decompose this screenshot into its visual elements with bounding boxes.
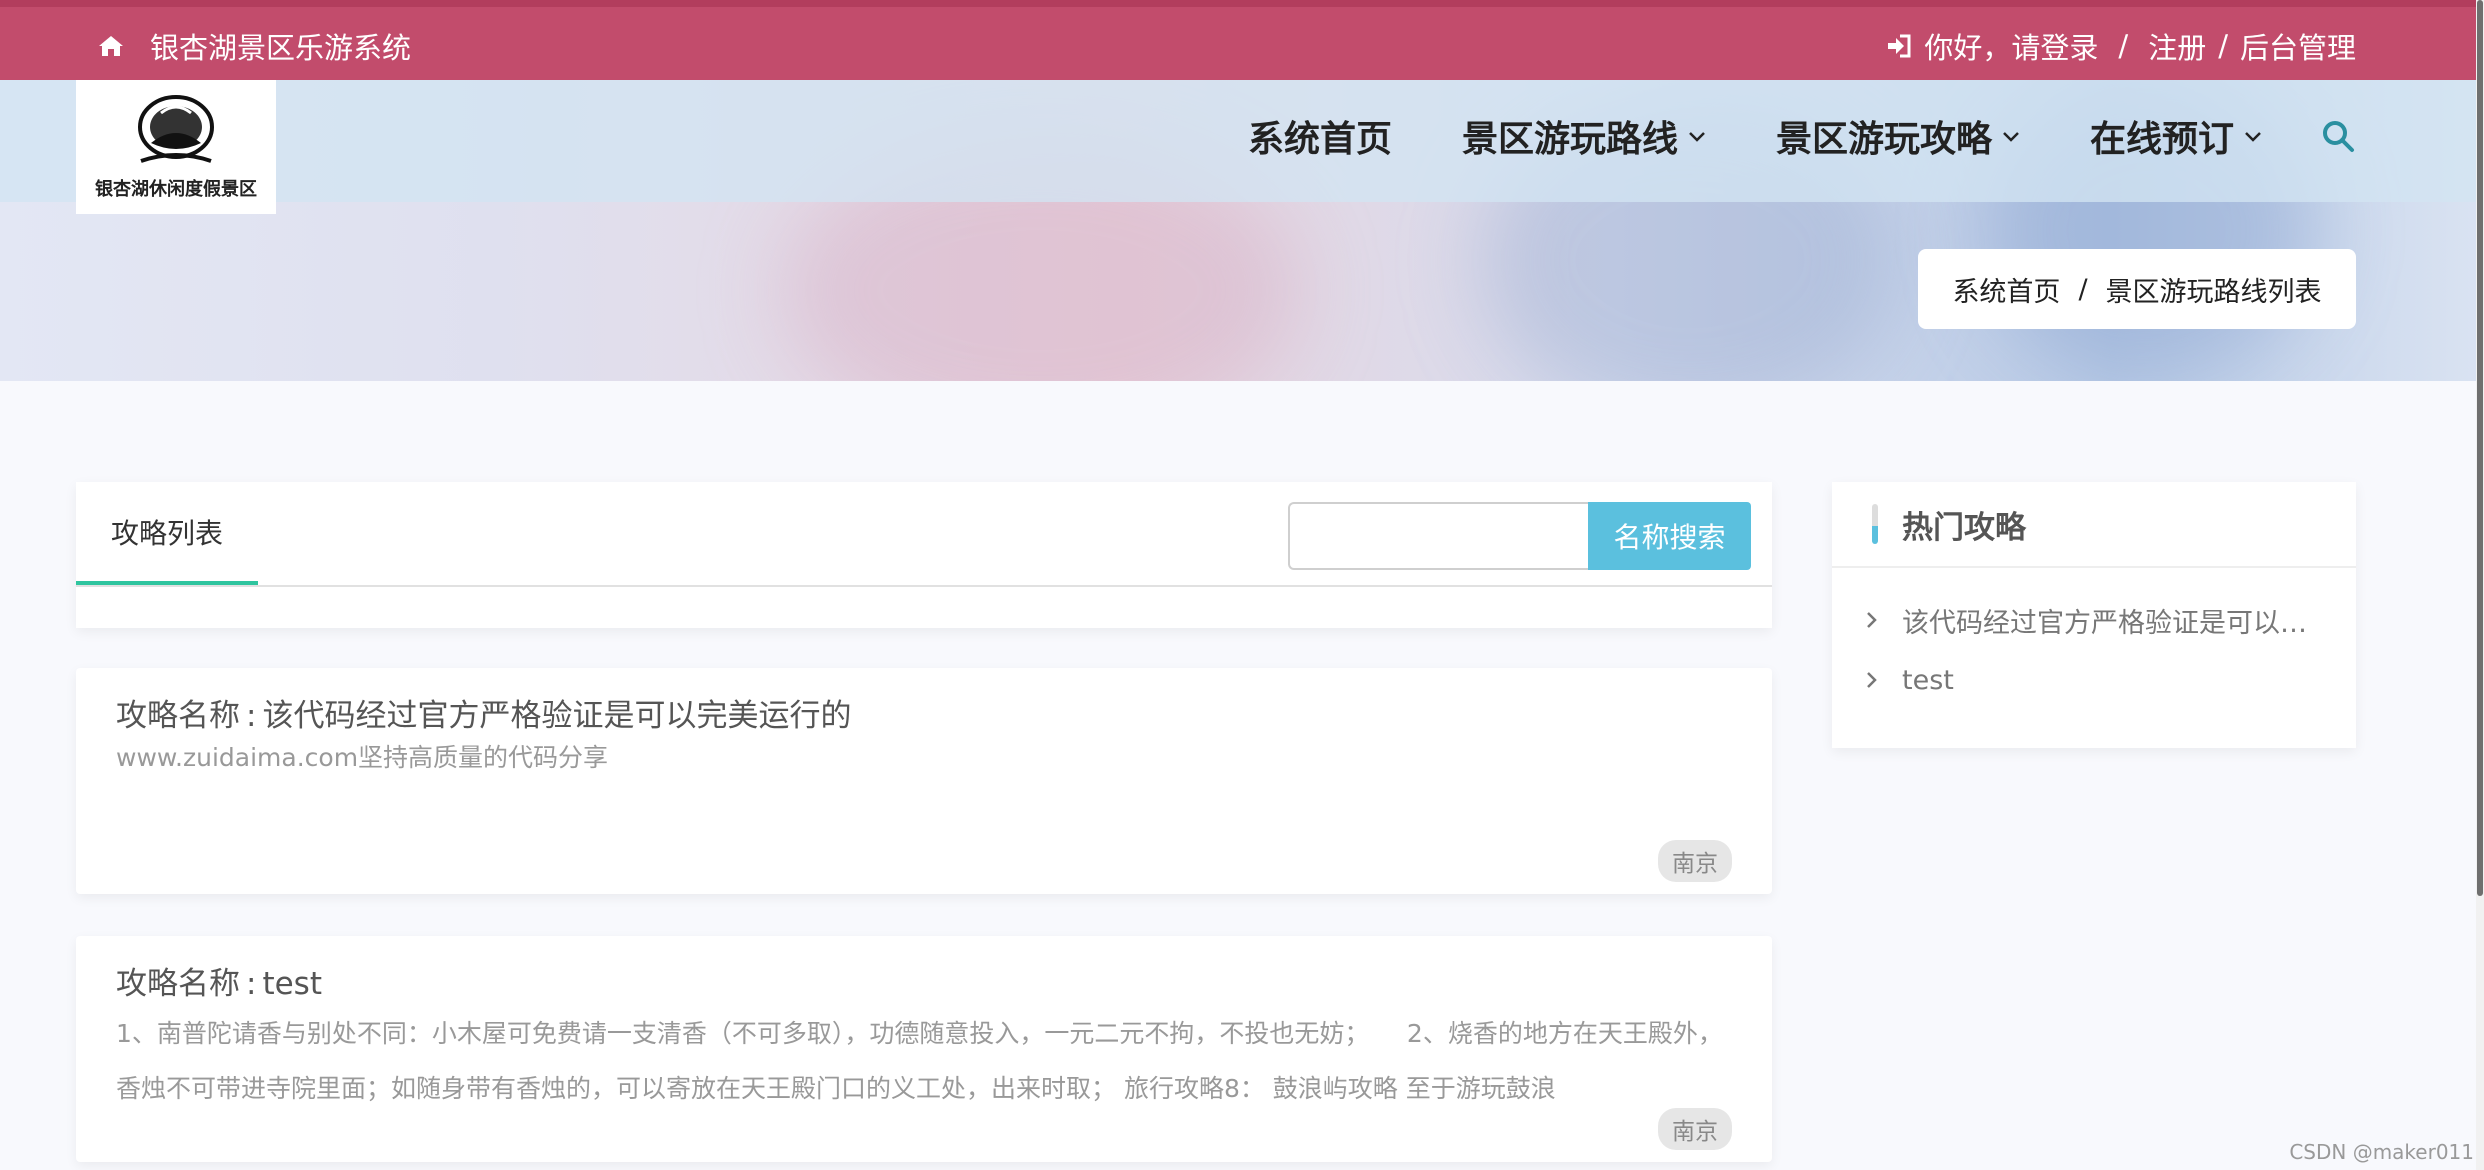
tab-guide-list[interactable]: 攻略列表: [76, 482, 258, 586]
breadcrumb: 系统首页 / 景区游玩路线列表: [1918, 249, 2356, 329]
scrollbar-thumb[interactable]: [2477, 0, 2483, 896]
list-header: 攻略列表 名称搜索: [76, 482, 1772, 628]
list-item[interactable]: 攻略名称: test 1、南普陀请香与别处不同：小木屋可免费请一支清香（不可多取）…: [76, 936, 1772, 1162]
title-colon: :: [246, 698, 257, 734]
nav-item-home[interactable]: 系统首页: [1248, 110, 1392, 162]
search-input[interactable]: [1288, 502, 1588, 570]
home-icon: [99, 36, 123, 56]
separator: /: [2118, 29, 2129, 63]
header-accent: [1872, 504, 1878, 544]
breadcrumb-separator: /: [2078, 273, 2088, 305]
nav-item-label: 在线预订: [2089, 119, 2234, 160]
nav-item-routes[interactable]: 景区游玩路线: [1462, 110, 1706, 162]
article-title[interactable]: 攻略名称: 该代码经过官方严格验证是可以完美运行的: [116, 690, 851, 735]
panel-header: 热门攻略: [1832, 482, 2356, 568]
separator: /: [2218, 29, 2228, 63]
chevron-down-icon: [2003, 132, 2019, 142]
location-tag: 南京: [1658, 1108, 1732, 1150]
search-button[interactable]: 名称搜索: [1588, 502, 1751, 570]
register-link[interactable]: 注册: [2148, 25, 2206, 67]
title-text: 该代码经过官方严格验证是可以完美运行的: [262, 698, 852, 734]
chevron-right-icon: [1867, 672, 1877, 688]
admin-link[interactable]: 后台管理: [2240, 25, 2356, 67]
hot-guides-panel: 热门攻略 该代码经过官方严格验证是可以完美运行的 test: [1832, 482, 2356, 748]
nav-item-label: 系统首页: [1247, 119, 1392, 160]
login-link[interactable]: 你好，请登录: [1924, 25, 2098, 67]
main-nav: 系统首页 景区游玩路线 景区游玩攻略 在线预订: [1178, 110, 2356, 162]
title-prefix: 攻略名称: [116, 698, 240, 734]
article-description: 1、南普陀请香与别处不同：小木屋可免费请一支清香（不可多取），功德随意投入，一元…: [116, 1019, 1723, 1103]
hot-guide-item[interactable]: 该代码经过官方严格验证是可以完美运行的: [1862, 590, 2332, 650]
breadcrumb-home[interactable]: 系统首页: [1952, 270, 2060, 309]
title-prefix: 攻略名称: [116, 966, 240, 1002]
hot-guide-label: 该代码经过官方严格验证是可以完美运行的: [1902, 607, 2332, 639]
tab-divider: [76, 585, 1772, 587]
tab-label: 攻略列表: [110, 516, 223, 550]
nav-item-label: 景区游玩攻略: [1775, 119, 1992, 160]
chevron-down-icon: [2245, 132, 2261, 142]
hot-guide-label: test: [1902, 664, 1954, 696]
title-text: test: [262, 966, 322, 1002]
top-bar: 银杏湖景区乐游系统 你好，请登录 / 注册 / 后台管理: [0, 0, 2484, 80]
hot-guides-list: 该代码经过官方严格验证是可以完美运行的 test: [1862, 590, 2332, 710]
nav-item-booking[interactable]: 在线预订: [2090, 110, 2262, 162]
account-links: 你好，请登录 / 注册 / 后台管理: [1886, 25, 2356, 67]
nav-item-label: 景区游玩路线: [1461, 119, 1678, 160]
chevron-down-icon: [1689, 132, 1705, 142]
watermark: CSDN @maker011: [2289, 1140, 2474, 1164]
article-title[interactable]: 攻略名称: test: [116, 958, 322, 1003]
location-tag: 南京: [1658, 840, 1732, 882]
search-icon[interactable]: [2320, 118, 2356, 154]
home-link[interactable]: 银杏湖景区乐游系统: [98, 25, 411, 67]
logo-emblem-icon: [138, 95, 214, 163]
site-logo[interactable]: 银杏湖休闲度假景区: [76, 80, 276, 214]
nav-item-guides[interactable]: 景区游玩攻略: [1776, 110, 2020, 162]
sign-in-icon: [1888, 34, 1911, 58]
panel-title: 热门攻略: [1902, 509, 2026, 546]
page-scrollbar[interactable]: [2476, 0, 2484, 1170]
hot-guide-item[interactable]: test: [1862, 650, 2332, 710]
list-item[interactable]: 攻略名称: 该代码经过官方严格验证是可以完美运行的 www.zuidaima.co…: [76, 668, 1772, 894]
title-colon: :: [246, 966, 257, 1002]
chevron-right-icon: [1867, 612, 1877, 628]
site-title: 银杏湖景区乐游系统: [150, 31, 412, 65]
logo-caption: 银杏湖休闲度假景区: [95, 179, 257, 200]
breadcrumb-current: 景区游玩路线列表: [2105, 276, 2322, 308]
article-description: www.zuidaima.com坚持高质量的代码分享: [116, 743, 609, 772]
